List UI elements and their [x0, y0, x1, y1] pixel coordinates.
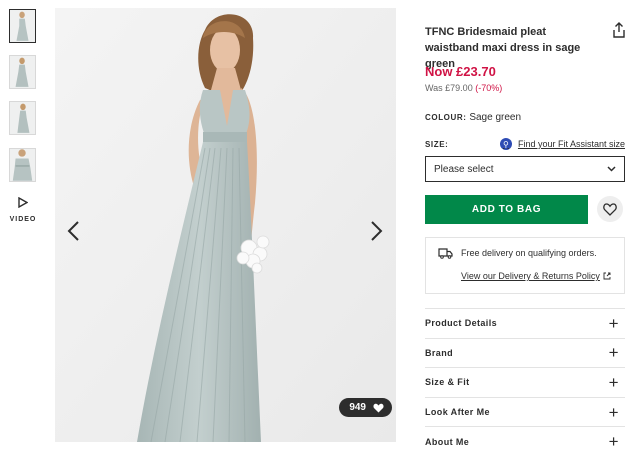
video-button[interactable]: VIDEO [9, 197, 37, 223]
accordion-label: Brand [425, 347, 454, 358]
colour-row: COLOUR: Sage green [425, 112, 521, 123]
model-image [55, 8, 396, 442]
thumbnail-4[interactable] [9, 148, 36, 182]
save-for-later-button[interactable] [597, 196, 623, 222]
discount-percent: (-70%) [475, 83, 503, 93]
delivery-text: Free delivery on qualifying orders. [461, 248, 597, 258]
saves-count: 949 [349, 402, 366, 413]
accordion-brand[interactable]: Brand + [425, 337, 625, 368]
price-now: Now £23.70 [425, 64, 496, 79]
plus-icon: + [608, 372, 619, 392]
price-was-value: Was £79.00 [425, 83, 473, 93]
accordion-size-fit[interactable]: Size & Fit + [425, 367, 625, 397]
chevron-down-icon [607, 166, 616, 172]
heart-icon [373, 403, 384, 412]
fit-assistant-icon: ⚲ [499, 138, 512, 150]
accordion-label: Product Details [425, 318, 498, 329]
size-select[interactable]: Please select [425, 156, 625, 182]
plus-icon: + [608, 313, 619, 333]
add-to-bag-button[interactable]: ADD TO BAG [425, 195, 588, 224]
product-image[interactable]: 949 [55, 8, 396, 442]
chevron-right-icon[interactable] [366, 220, 386, 242]
price-was: Was £79.00 (-70%) [425, 83, 502, 93]
thumbnail-3[interactable] [9, 101, 36, 135]
share-icon[interactable] [612, 22, 626, 38]
saves-count-badge[interactable]: 949 [339, 398, 392, 417]
colour-label: COLOUR: [425, 113, 467, 122]
play-icon [18, 197, 28, 208]
truck-icon [438, 248, 453, 259]
colour-value: Sage green [469, 112, 522, 123]
accordion-label: About Me [425, 436, 470, 447]
external-link-icon [603, 272, 611, 280]
accordion-product-details[interactable]: Product Details + [425, 308, 625, 338]
accordion-label: Size & Fit [425, 377, 470, 388]
video-label: VIDEO [9, 216, 37, 223]
fit-assistant-link[interactable]: ⚲ Find your Fit Assistant size [499, 138, 625, 150]
delivery-policy-text: View our Delivery & Returns Policy [461, 271, 600, 281]
delivery-policy-link[interactable]: View our Delivery & Returns Policy [461, 271, 611, 281]
delivery-info: Free delivery on qualifying orders. View… [425, 237, 625, 294]
heart-icon [603, 202, 617, 216]
plus-icon: + [608, 402, 619, 422]
thumbnail-1[interactable] [9, 9, 36, 43]
size-select-value: Please select [434, 163, 494, 175]
plus-icon: + [608, 343, 619, 363]
size-label: SIZE: [425, 140, 449, 149]
accordion-about-me[interactable]: About Me + [425, 426, 625, 454]
thumbnail-2[interactable] [9, 55, 36, 89]
plus-icon: + [608, 432, 619, 452]
accordion-label: Look After Me [425, 407, 490, 418]
chevron-left-icon[interactable] [64, 220, 84, 242]
fit-assistant-text: Find your Fit Assistant size [517, 139, 625, 149]
accordion-look-after-me[interactable]: Look After Me + [425, 396, 625, 427]
product-accordion: Product Details + Brand + Size & Fit + L… [425, 308, 625, 454]
